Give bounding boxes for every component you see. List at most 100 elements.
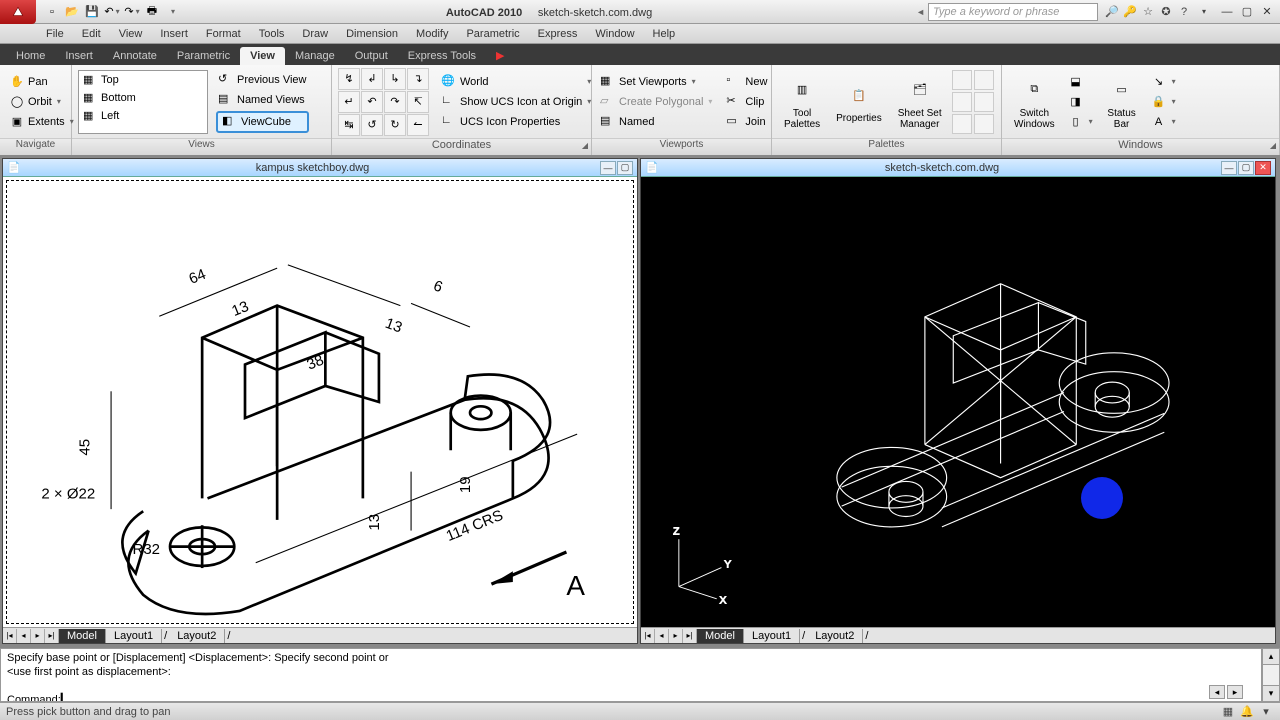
app-menu-button[interactable]	[0, 0, 36, 24]
doc-title-left[interactable]: 📄 kampus sketchboy.dwg — ▢	[3, 159, 637, 177]
menu-view[interactable]: View	[119, 28, 143, 40]
tab-nav-first[interactable]: |◂	[3, 629, 17, 643]
ucs-btn-2[interactable]: ↲	[361, 68, 383, 90]
join-viewport-button[interactable]: ▭Join	[724, 113, 769, 131]
tab-nav-last-r[interactable]: ▸|	[683, 629, 697, 643]
tray-menu-icon[interactable]: ▾	[1258, 705, 1274, 719]
minimize-button[interactable]: —	[1218, 4, 1236, 20]
show-ucs-button[interactable]: ∟Show UCS Icon at Origin▾	[439, 93, 593, 111]
new-viewport-button[interactable]: ▫New	[724, 73, 769, 91]
tab-express[interactable]: Express Tools	[398, 47, 486, 65]
ucs-btn-1[interactable]: ↯	[338, 68, 360, 90]
doc-title-right[interactable]: 📄 sketch-sketch.com.dwg — ▢ ✕	[641, 159, 1275, 177]
menu-file[interactable]: File	[46, 28, 64, 40]
tab-parametric[interactable]: Parametric	[167, 47, 240, 65]
help-icon[interactable]: ?	[1176, 4, 1192, 20]
viewcube-button[interactable]: ◧ViewCube	[216, 111, 309, 133]
orbit-button[interactable]: ◯Orbit▾	[6, 93, 77, 111]
tab-insert[interactable]: Insert	[55, 47, 103, 65]
properties-button[interactable]: 📋Properties	[830, 77, 888, 126]
qat-new-icon[interactable]: ▫	[42, 2, 62, 22]
palette-mini-1[interactable]	[952, 70, 972, 90]
tab-video-icon[interactable]: ▶	[486, 46, 514, 65]
win-misc-1-button[interactable]: ↘▾	[1148, 73, 1179, 91]
named-views-button[interactable]: ▤Named Views	[216, 91, 309, 109]
tab-layout1-left[interactable]: Layout1	[106, 629, 162, 643]
views-list[interactable]: ▦Top ▦Bottom ▦Left	[78, 70, 208, 134]
switch-windows-button[interactable]: ⧉Switch Windows	[1008, 72, 1061, 132]
doc-right-close[interactable]: ✕	[1255, 161, 1271, 175]
qat-print-icon[interactable]: 🖶	[142, 2, 162, 22]
qat-open-icon[interactable]: 📂	[62, 2, 82, 22]
view-left[interactable]: ▦Left	[79, 107, 207, 125]
key-icon[interactable]: 🔑	[1122, 4, 1138, 20]
tab-nav-next[interactable]: ▸	[31, 629, 45, 643]
binoculars-icon[interactable]: 🔎	[1104, 4, 1120, 20]
tab-manage[interactable]: Manage	[285, 47, 345, 65]
panel-windows-expand-icon[interactable]: ◢	[1270, 141, 1276, 150]
menu-help[interactable]: Help	[653, 28, 676, 40]
menu-tools[interactable]: Tools	[259, 28, 285, 40]
view-bottom[interactable]: ▦Bottom	[79, 89, 207, 107]
named-viewports-button[interactable]: ▤Named	[598, 113, 714, 131]
tray-annotation-icon[interactable]: 🔔	[1239, 705, 1255, 719]
doc-left-maximize[interactable]: ▢	[617, 161, 633, 175]
palette-mini-5[interactable]	[952, 114, 972, 134]
palette-mini-6[interactable]	[974, 114, 994, 134]
menu-format[interactable]: Format	[206, 28, 241, 40]
palette-mini-3[interactable]	[952, 92, 972, 112]
win-misc-2-button[interactable]: 🔒▾	[1148, 93, 1179, 111]
qat-undo-icon[interactable]: ↶▾	[102, 2, 122, 22]
ucs-btn-10[interactable]: ↺	[361, 114, 383, 136]
ucs-btn-11[interactable]: ↻	[384, 114, 406, 136]
pan-button[interactable]: ✋Pan	[6, 73, 77, 91]
globe-icon[interactable]: ✪	[1158, 4, 1174, 20]
tab-model-left[interactable]: Model	[59, 629, 106, 643]
search-input[interactable]: Type a keyword or phrase	[928, 3, 1098, 21]
ucs-btn-5[interactable]: ↵	[338, 91, 360, 113]
tile-v-button[interactable]: ◨	[1065, 93, 1096, 111]
menu-window[interactable]: Window	[595, 28, 634, 40]
palette-mini-2[interactable]	[974, 70, 994, 90]
tab-nav-last[interactable]: ▸|	[45, 629, 59, 643]
tab-home[interactable]: Home	[6, 47, 55, 65]
tab-view[interactable]: View	[240, 47, 285, 65]
tab-model-right[interactable]: Model	[697, 629, 744, 643]
tab-nav-prev-r[interactable]: ◂	[655, 629, 669, 643]
tab-nav-first-r[interactable]: |◂	[641, 629, 655, 643]
palette-mini-4[interactable]	[974, 92, 994, 112]
vscroll-track[interactable]	[1262, 665, 1280, 685]
command-vscroll[interactable]: ▴ ▾	[1262, 648, 1280, 702]
view-top[interactable]: ▦Top	[79, 71, 207, 89]
doc-canvas-left[interactable]: 64 13 6 13 38 45 19 13 114 CRS 2 × Ø22 R…	[3, 177, 637, 627]
tool-palettes-button[interactable]: ▥Tool Palettes	[778, 72, 826, 132]
previous-view-button[interactable]: ↺Previous View	[216, 71, 309, 89]
status-bar-button[interactable]: ▭Status Bar	[1100, 72, 1144, 132]
tab-layout2-left[interactable]: Layout2	[169, 629, 225, 643]
star-icon[interactable]: ☆	[1140, 4, 1156, 20]
close-button[interactable]: ✕	[1258, 4, 1276, 20]
ucs-btn-4[interactable]: ↴	[407, 68, 429, 90]
vscroll-up[interactable]: ▴	[1262, 648, 1280, 665]
ucs-btn-9[interactable]: ↹	[338, 114, 360, 136]
panel-coords-expand-icon[interactable]: ◢	[582, 141, 588, 150]
ucs-props-button[interactable]: ∟UCS Icon Properties	[439, 113, 593, 131]
tab-layout1-right[interactable]: Layout1	[744, 629, 800, 643]
cascade-button[interactable]: ▯▾	[1065, 113, 1096, 131]
menu-dimension[interactable]: Dimension	[346, 28, 398, 40]
doc-left-minimize[interactable]: —	[600, 161, 616, 175]
help-dropdown-icon[interactable]: ▾	[1196, 4, 1212, 20]
extents-button[interactable]: ▣Extents▾	[6, 113, 77, 131]
search-chevron-icon[interactable]: ◄	[916, 7, 925, 17]
command-text[interactable]: Specify base point or [Displacement] <Di…	[0, 648, 1262, 702]
world-ucs-button[interactable]: 🌐World▾	[439, 73, 593, 91]
menu-express[interactable]: Express	[538, 28, 578, 40]
qat-dropdown-icon[interactable]: ▾	[162, 2, 182, 22]
tray-model-icon[interactable]: ▦	[1220, 705, 1236, 719]
qat-save-icon[interactable]: 💾	[82, 2, 102, 22]
hscroll-left[interactable]: ◂	[1209, 685, 1225, 699]
menu-draw[interactable]: Draw	[302, 28, 328, 40]
menu-insert[interactable]: Insert	[160, 28, 188, 40]
doc-canvas-right[interactable]: Z Y X	[641, 177, 1275, 627]
doc-right-maximize[interactable]: ▢	[1238, 161, 1254, 175]
